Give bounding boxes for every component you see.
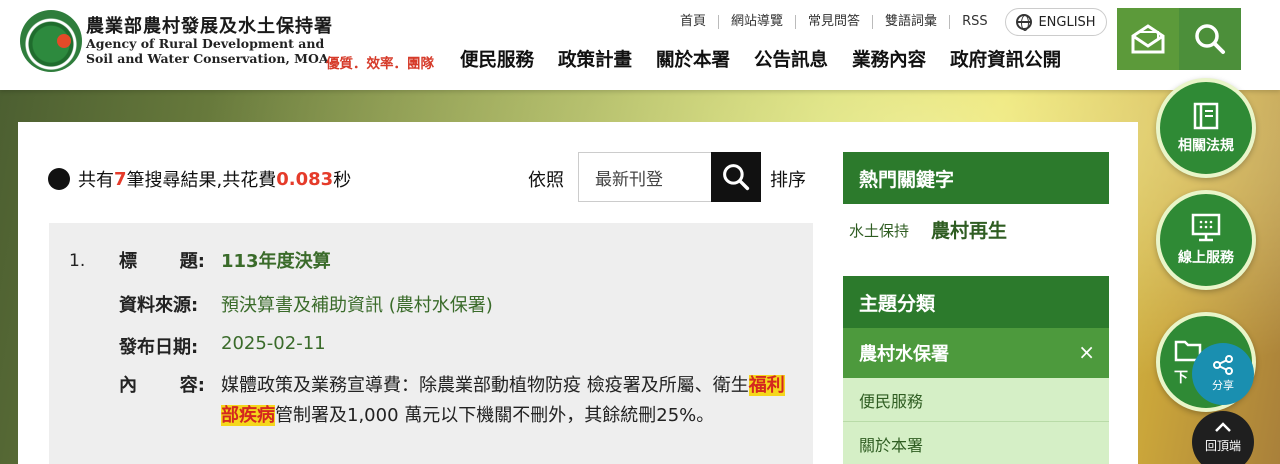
nav-open-info[interactable]: 政府資訊公開 [938,46,1073,72]
arrow-up-icon [1215,422,1231,432]
nav-policy[interactable]: 政策計畫 [546,46,644,72]
agency-logo[interactable] [20,10,82,72]
org-name-en-line1: Agency of Rural Development and [86,36,325,51]
hot-keywords-title: 熱門關鍵字 [843,152,1109,204]
mail-icon [1131,24,1165,54]
keyword-soil-conservation[interactable]: 水土保持 [849,220,909,241]
download-label: 下 [1174,370,1188,386]
main-nav: 便民服務 政策計畫 關於本署 公告訊息 業務內容 政府資訊公開 [448,46,1073,72]
result-item: 1. 標 題: 113年度決算 資料來源: 預決算書及補助資訊 (農村水保署) 發… [49,223,813,464]
result-title-link[interactable]: 113年度決算 [221,247,331,273]
sort-search-button[interactable] [711,152,761,202]
english-label: ENGLISH [1038,14,1096,30]
org-name-en-line2: Soil and Water Conservation, MOA [86,51,329,66]
top-link-sitemap[interactable]: 網站導覽 [719,15,797,29]
top-link-rss[interactable]: RSS [950,15,1000,29]
online-services-button[interactable]: 線上服務 [1156,190,1256,290]
summary-prefix: 共有 [78,170,114,191]
active-topic-label: 農村水保署 [859,344,949,365]
back-to-top-button[interactable]: 回頂端 [1192,411,1254,464]
search-icon [1195,24,1225,54]
topic-services[interactable]: 便民服務 [843,378,1109,422]
content-before: 媒體政策及業務宣導費：除農業部動植物防疫 檢疫署及所屬、衛生 [221,375,749,396]
top-link-faq[interactable]: 常見問答 [796,15,874,29]
online-service-icon [1191,213,1221,242]
date-label: 發布日期: [119,337,199,358]
result-date: 2025-02-11 [221,333,326,354]
title-label: 標 題: [119,247,205,273]
slogan: 優質．效率．團隊 [326,56,434,72]
content-label-a: 內 [119,375,137,396]
nav-business[interactable]: 業務內容 [840,46,938,72]
summary-mid: 筆搜尋結果,共花費 [126,170,277,191]
top-link-glossary[interactable]: 雙語詞彙 [873,15,951,29]
back-to-top-label: 回頂端 [1204,439,1241,453]
share-label: 分享 [1212,379,1234,392]
result-number: 1. [69,251,86,271]
regulations-button[interactable]: 相關法規 [1156,78,1256,178]
sort-suffix: 排序 [770,170,806,191]
search-time: 0.083 [276,168,334,190]
share-button[interactable]: 分享 [1192,343,1254,405]
topic-about[interactable]: 關於本署 [843,422,1109,464]
law-book-icon [1193,102,1219,130]
sort-select[interactable]: 最新刊登 [578,152,712,202]
summary-suffix: 秒 [333,170,352,191]
title-label-a: 標 [119,251,137,272]
result-count: 7 [114,168,127,190]
result-source: 預決算書及補助資訊 (農村水保署) [221,295,493,316]
title-label-b: 題: [179,251,205,272]
content-label-b: 容: [179,375,205,396]
result-summary: 共有 7 筆搜尋結果,共花費 0.083 秒 [48,166,351,192]
result-content-row: 內 容: 媒體政策及業務宣導費：除農業部動植物防疫 檢疫署及所屬、衛生福利部疾病管… [119,371,801,431]
content-label: 內 容: [119,371,205,431]
result-source-row: 資料來源: 預決算書及補助資訊 (農村水保署) [119,291,493,317]
close-icon[interactable]: × [1078,340,1095,364]
nav-about[interactable]: 關於本署 [644,46,742,72]
content-after: 管制署及1,000 萬元以下機關不刪外，其餘統刪25%。 [275,405,715,426]
active-topic[interactable]: 農村水保署 × [843,328,1109,378]
regulations-label: 相關法規 [1178,138,1234,154]
site-header: 農業部農村發展及水土保持署 Agency of Rural Developmen… [0,0,1280,90]
header-search-button[interactable] [1179,8,1241,70]
nav-services[interactable]: 便民服務 [448,46,546,72]
result-content: 媒體政策及業務宣導費：除農業部動植物防疫 檢疫署及所屬、衛生福利部疾病管制署及1… [221,371,801,431]
source-label: 資料來源: [119,295,199,316]
logo-sun-icon [57,34,71,48]
topics-title: 主題分類 [843,276,1109,328]
result-date-row: 發布日期: 2025-02-11 [119,333,326,359]
mail-button[interactable] [1117,8,1179,70]
org-name-en[interactable]: Agency of Rural Development and Soil and… [86,36,329,66]
search-icon [723,164,750,191]
top-links: 首頁 網站導覽 常見問答 雙語詞彙 RSS [668,10,1000,34]
nav-announcements[interactable]: 公告訊息 [742,46,840,72]
keyword-rural-regeneration[interactable]: 農村再生 [931,216,1007,243]
result-title-row: 標 題: 113年度決算 [119,247,331,273]
sort-prefix: 依照 [528,170,564,191]
english-button[interactable]: ENGLISH [1005,8,1107,36]
online-services-label: 線上服務 [1178,250,1234,266]
bullet-icon [48,168,70,190]
top-link-home[interactable]: 首頁 [668,15,720,29]
share-icon [1213,355,1233,375]
globe-icon [1016,14,1033,31]
org-name-zh[interactable]: 農業部農村發展及水土保持署 [86,12,333,38]
